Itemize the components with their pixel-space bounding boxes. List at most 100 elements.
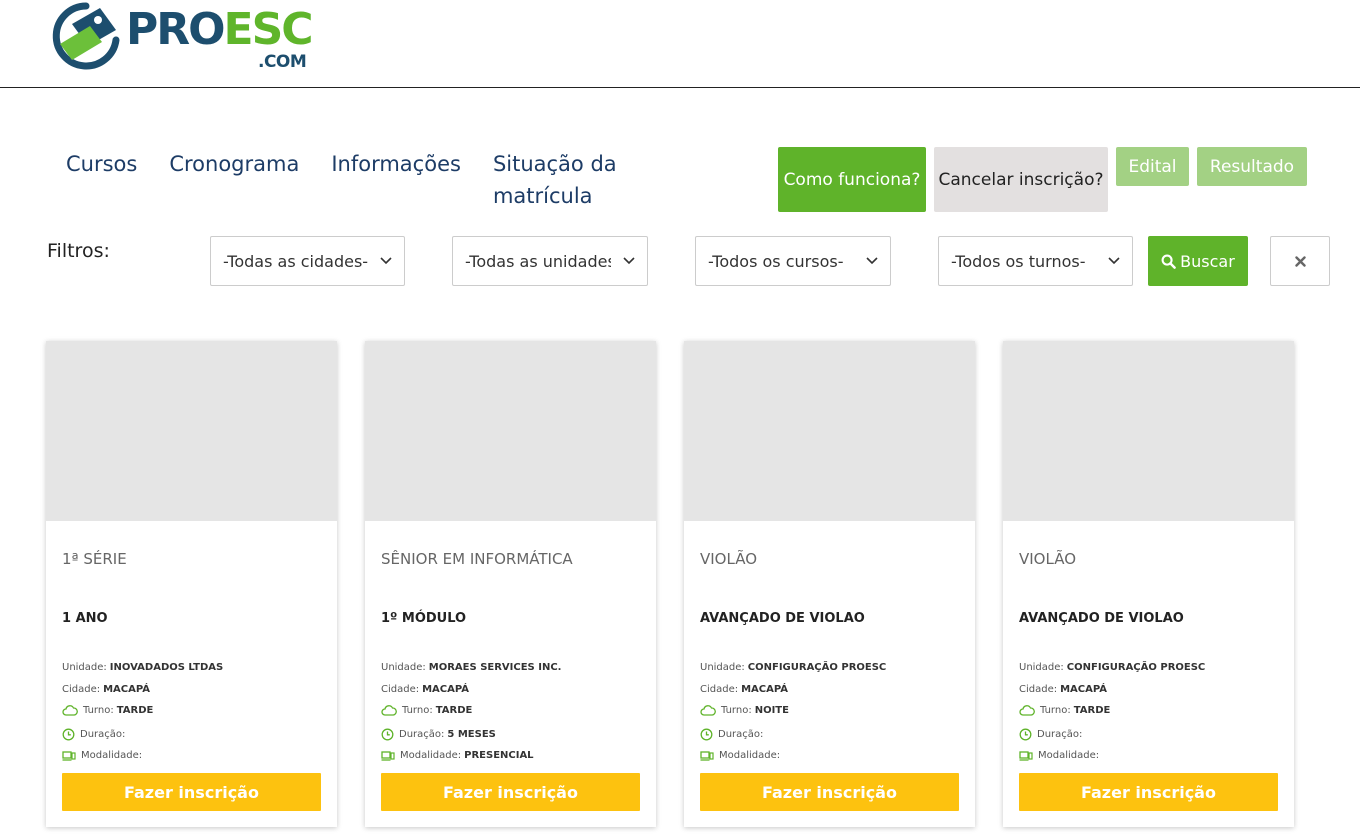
logo-domain: .COM: [258, 52, 307, 72]
clock-icon: [62, 728, 75, 741]
nav-informacoes[interactable]: Informações: [331, 148, 461, 212]
shift-info: Turno: TARDE: [1019, 705, 1110, 716]
unit-info: Unidade: CONFIGURAÇÃO PROESC: [700, 662, 886, 673]
shift-info: Turno: NOITE: [700, 705, 789, 716]
search-icon: [1161, 254, 1176, 269]
city-info: Cidade: MACAPÁ: [1019, 684, 1107, 695]
city-info: Cidade: MACAPÁ: [62, 684, 150, 695]
unit-value: INOVADADOS LTDAS: [109, 662, 224, 673]
clock-icon: [381, 728, 394, 741]
nav-cursos[interactable]: Cursos: [66, 148, 137, 212]
modality-info: Modalidade: PRESENCIAL: [381, 750, 534, 761]
nav-situacao-matricula[interactable]: Situação da matrícula: [493, 148, 643, 212]
course-subtitle: 1 ANO: [62, 611, 108, 626]
search-button[interactable]: Buscar: [1148, 236, 1248, 286]
main-nav: Cursos Cronograma Informações Situação d…: [66, 148, 675, 212]
devices-icon: [62, 751, 76, 761]
city-info: Cidade: MACAPÁ: [700, 684, 788, 695]
city-select-value: -Todas as cidades-: [223, 251, 368, 271]
cloud-icon: [700, 705, 716, 716]
duration-label: Duração:: [1037, 729, 1083, 740]
logo-pro: PRO: [126, 4, 226, 55]
edital-button[interactable]: Edital: [1116, 147, 1189, 186]
shift-value: TARDE: [435, 705, 473, 716]
course-select[interactable]: -Todos os cursos-: [695, 236, 891, 286]
clock-icon: [1019, 728, 1032, 741]
shift-select[interactable]: -Todos os turnos-: [938, 236, 1133, 286]
enroll-button[interactable]: Fazer inscrição: [700, 773, 959, 811]
devices-icon: [381, 751, 395, 761]
devices-icon: [700, 751, 714, 761]
nav-cronograma[interactable]: Cronograma: [169, 148, 299, 212]
modality-value: PRESENCIAL: [464, 750, 534, 761]
shift-label: Turno:: [721, 705, 752, 716]
shift-value: NOITE: [754, 705, 789, 716]
chevron-down-icon: [854, 257, 890, 265]
unit-label: Unidade:: [62, 662, 107, 673]
course-image-placeholder: [1003, 341, 1294, 521]
duration-label: Duração:: [399, 729, 445, 740]
city-value: MACAPÁ: [422, 684, 470, 695]
modality-info: Modalidade:: [62, 750, 145, 761]
proesc-logo[interactable]: PROESC .COM: [46, 0, 314, 76]
modality-info: Modalidade:: [1019, 750, 1102, 761]
shift-label: Turno:: [1040, 705, 1071, 716]
course-subtitle: 1º MÓDULO: [381, 611, 467, 626]
shift-value: TARDE: [1073, 705, 1111, 716]
shift-info: Turno: TARDE: [62, 705, 153, 716]
logo-wordmark: PROESC: [126, 4, 314, 56]
city-label: Cidade:: [1019, 684, 1058, 695]
chevron-down-icon: [611, 257, 647, 265]
how-it-works-button[interactable]: Como funciona?: [778, 147, 926, 212]
course-card: VIOLÃO AVANÇADO DE VIOLAO Unidade: CONFIG…: [1003, 341, 1294, 827]
duration-info: Duração: 5 MESES: [381, 728, 496, 741]
enroll-button[interactable]: Fazer inscrição: [62, 773, 321, 811]
shift-select-value: -Todos os turnos-: [951, 251, 1086, 271]
unit-label: Unidade:: [700, 662, 745, 673]
unit-select-value: -Todas as unidades-: [465, 251, 611, 271]
chevron-down-icon: [368, 257, 404, 265]
city-value: MACAPÁ: [103, 684, 151, 695]
course-card: VIOLÃO AVANÇADO DE VIOLAO Unidade: CONFIG…: [684, 341, 975, 827]
course-title: VIOLÃO: [700, 550, 757, 568]
chevron-down-icon: [1096, 257, 1132, 265]
unit-value: CONFIGURAÇÃO PROESC: [1066, 662, 1206, 673]
filters-label: Filtros:: [47, 240, 110, 262]
city-label: Cidade:: [62, 684, 101, 695]
resultado-button[interactable]: Resultado: [1197, 147, 1307, 186]
course-image-placeholder: [46, 341, 337, 521]
unit-select[interactable]: -Todas as unidades-: [452, 236, 648, 286]
close-icon: [1294, 255, 1306, 267]
cloud-icon: [62, 705, 78, 716]
duration-value: 5 MESES: [447, 729, 496, 740]
course-image-placeholder: [365, 341, 656, 521]
enroll-button[interactable]: Fazer inscrição: [381, 773, 640, 811]
city-info: Cidade: MACAPÁ: [381, 684, 469, 695]
unit-info: Unidade: INOVADADOS LTDAS: [62, 662, 223, 673]
modality-label: Modalidade:: [81, 750, 143, 761]
duration-label: Duração:: [718, 729, 764, 740]
course-subtitle: AVANÇADO DE VIOLAO: [700, 611, 865, 626]
duration-info: Duração:: [62, 728, 128, 741]
cancel-enrollment-button[interactable]: Cancelar inscrição?: [934, 147, 1108, 212]
unit-info: Unidade: MORAES SERVICES INC.: [381, 662, 561, 673]
unit-info: Unidade: CONFIGURAÇÃO PROESC: [1019, 662, 1205, 673]
enroll-button[interactable]: Fazer inscrição: [1019, 773, 1278, 811]
unit-label: Unidade:: [1019, 662, 1064, 673]
clear-filters-button[interactable]: [1270, 236, 1330, 286]
course-select-value: -Todos os cursos-: [708, 251, 844, 271]
logo-emblem-icon: [52, 2, 120, 70]
shift-info: Turno: TARDE: [381, 705, 472, 716]
shift-value: TARDE: [116, 705, 154, 716]
clock-icon: [700, 728, 713, 741]
city-label: Cidade:: [381, 684, 420, 695]
modality-label: Modalidade:: [1038, 750, 1100, 761]
course-title: 1ª SÉRIE: [62, 550, 127, 568]
course-card: SÊNIOR EM INFORMÁTICA 1º MÓDULO Unidade:…: [365, 341, 656, 827]
city-value: MACAPÁ: [741, 684, 789, 695]
devices-icon: [1019, 751, 1033, 761]
city-select[interactable]: -Todas as cidades-: [210, 236, 405, 286]
shift-label: Turno:: [83, 705, 114, 716]
modality-label: Modalidade:: [400, 750, 462, 761]
duration-info: Duração:: [700, 728, 766, 741]
